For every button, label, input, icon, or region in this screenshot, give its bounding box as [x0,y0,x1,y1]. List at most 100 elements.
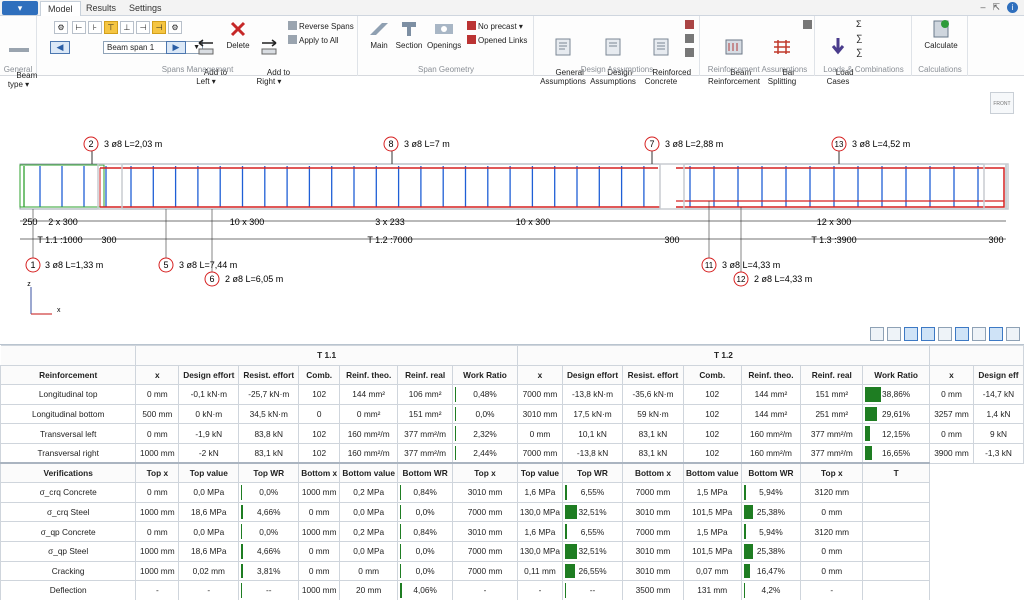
tab-results[interactable]: Results [79,1,123,16]
collapse-icon[interactable] [1006,327,1020,341]
view-4-icon[interactable] [955,327,969,341]
main-button[interactable]: Main [367,19,391,50]
bar-callout-8[interactable]: 8 3 ø8 L=7 m [383,136,450,164]
tab-model[interactable]: Model [40,1,81,16]
support-mid-tool[interactable]: ⊦ [88,21,102,34]
reinforcement-row[interactable]: Longitudinal top 0 mm -0,1 kN·m -25,7 kN·m 1… [0,384,1024,405]
axis-indicator: z x [27,281,61,315]
reinforcement-row[interactable]: Longitudinal bottom 500 mm 0 kN·m 34,5 kN·m… [0,403,1024,425]
verification-row[interactable]: σ_qp Concrete 0 mm 0,0 MPa 0,0% 1000 mm 0,2 M… [0,521,1024,542]
svg-text:T 1.1 :1000: T 1.1 :1000 [37,235,82,245]
view-2-icon[interactable] [921,327,935,341]
zoom-icon[interactable] [972,327,986,341]
design-extra-3[interactable] [685,48,696,58]
view-3-icon[interactable] [938,327,952,341]
reinforcement-row[interactable]: Transversal right 1000 mm -2 kN 83,1 kN 102 1… [0,442,1024,464]
design-extra-1[interactable] [685,20,696,30]
verification-body: σ_crq Concrete 0 mm 0,0 MPa 0,0% 1000 mm 0,2 … [0,482,1024,600]
table-cell: 83,8 kN [238,423,300,444]
bar-callout-5[interactable]: 5 3 ø8 L=7,44 m [158,209,237,273]
table-cell: 151 mm² [800,384,864,405]
svg-text:z: z [27,281,31,288]
table-cell: 151 mm² [397,403,454,425]
work-ratio-cell: 5,94% [740,482,802,503]
bar-callout-7[interactable]: 7 3 ø8 L=2,88 m [644,136,723,164]
table-cell: 0 mm [135,482,180,503]
combination-button[interactable]: ∑ [856,33,862,43]
settings-tool[interactable]: ⚙ [54,21,68,34]
support-left-tool[interactable]: ⊢ [72,21,86,34]
tab-settings[interactable]: Settings [122,1,169,16]
next-span-button[interactable]: ▶ [166,41,186,54]
print-icon[interactable] [870,327,884,341]
verification-row[interactable]: Cracking 1000 mm 0,02 mm 3,81% 0 mm 0 mm 0,0% 7… [0,560,1024,582]
view-1-icon[interactable] [904,327,918,341]
ribbon-group-loads: Load Cases Σ ∑ ∑ Loads & Combinations [816,16,912,86]
column-header: Resist. effort [238,364,300,386]
minimize-icon[interactable]: – [980,2,992,12]
work-ratio-cell: 0,84% [397,521,454,542]
table-cell [862,521,931,542]
help-icon[interactable]: i [1007,2,1018,13]
group-title-reinforcement: Reinforcement Assumptions [707,65,808,74]
table-cell: -2 kN [178,442,240,464]
title-bar: ▾ Model Results Settings –⇱ i [0,0,1024,16]
verification-row[interactable]: Deflection - - -- 1000 mm 20 mm 4,06% - - -- 3500 … [0,580,1024,600]
table-cell: 130,0 MPa [516,501,564,523]
info-icon[interactable] [989,327,1003,341]
reinforcement-row[interactable]: Transversal left 0 mm -1,9 kN 83,8 kN 102 160… [0,423,1024,444]
verification-row[interactable]: σ_crq Concrete 0 mm 0,0 MPa 0,0% 1000 mm 0,2 … [0,482,1024,503]
combination-2-button[interactable]: ∑ [856,47,862,57]
row-label: Transversal left [0,423,137,444]
table-cell: 0,0 MPa [178,521,240,542]
load-arrow-icon [831,38,845,55]
row-label: σ_qp Steel [0,540,137,562]
sum-button[interactable]: Σ [856,19,862,29]
row-label: σ_crq Concrete [0,482,137,503]
openings-button[interactable]: Openings [427,19,461,50]
table-cell: 500 mm [135,403,180,425]
gear-tool[interactable]: ⚙ [168,21,182,34]
app-menu-button[interactable]: ▾ [2,1,38,15]
span-select[interactable]: Beam span 1 ▼ [103,41,203,54]
apply-all-button[interactable]: Apply to All [288,35,339,45]
bar-callout-13[interactable]: 13 3 ø8 L=4,52 m [831,136,910,164]
support-end-tool[interactable]: ⊣ [152,21,166,34]
design-extra-2[interactable] [685,34,696,44]
main-icon [370,23,388,35]
work-ratio-value: 0,0% [259,487,279,498]
svg-text:2 ø8 L=6,05 m: 2 ø8 L=6,05 m [225,274,283,284]
table-cell: -25,7 kN·m [238,384,300,405]
delete-button[interactable]: Delete [224,19,252,50]
reinforced-concrete-icon [653,38,669,56]
calculate-button[interactable]: Calculate [917,19,965,50]
work-ratio-value: 2,44% [473,448,497,459]
previous-span-button[interactable]: ◀ [50,41,70,54]
no-precast-button[interactable]: No precast ▾ [467,21,523,31]
work-ratio-bar [400,504,402,520]
table-cell: - [516,580,564,600]
table-cell: 102 [682,423,742,444]
section-button[interactable]: Section [394,19,424,50]
opened-links-button[interactable]: Opened Links [467,35,527,45]
support-b-tool[interactable]: ⊥ [120,21,134,34]
support-right-tool[interactable]: ⊣ [136,21,150,34]
work-ratio-value: -- [265,585,272,596]
verification-row[interactable]: σ_qp Steel 1000 mm 18,6 MPa 4,66% 0 mm 0,0 MP… [0,540,1024,562]
table-cell: -0,1 kN·m [178,384,240,405]
reinf-extra-1[interactable] [803,20,814,30]
svg-text:3 x 233: 3 x 233 [375,217,405,227]
work-ratio-bar [241,583,243,598]
work-ratio-bar [743,543,753,559]
bar-callout-12[interactable]: 12 2 ø8 L=4,33 m [733,207,812,287]
support-top-tool[interactable]: ⊤ [104,21,118,34]
dimension-row-bottom: T 1.1 :1000 300 T 1.2 :7000 300 T 1.3 :3… [20,235,1006,245]
verification-row[interactable]: σ_crq Steel 1000 mm 18,6 MPa 4,66% 0 mm 0,0 M… [0,501,1024,523]
pin-icon[interactable]: ⇱ [992,2,1007,12]
ribbon-group-reinforcement: Beam Reinforcement Bar Splitting Reinfor… [701,16,815,86]
reverse-spans-button[interactable]: Reverse Spans [288,21,354,31]
column-header: Comb. [682,364,742,386]
link-icon [685,48,694,57]
export-icon[interactable] [887,327,901,341]
bar-callout-2[interactable]: 2 3 ø8 L=2,03 m [83,136,162,164]
